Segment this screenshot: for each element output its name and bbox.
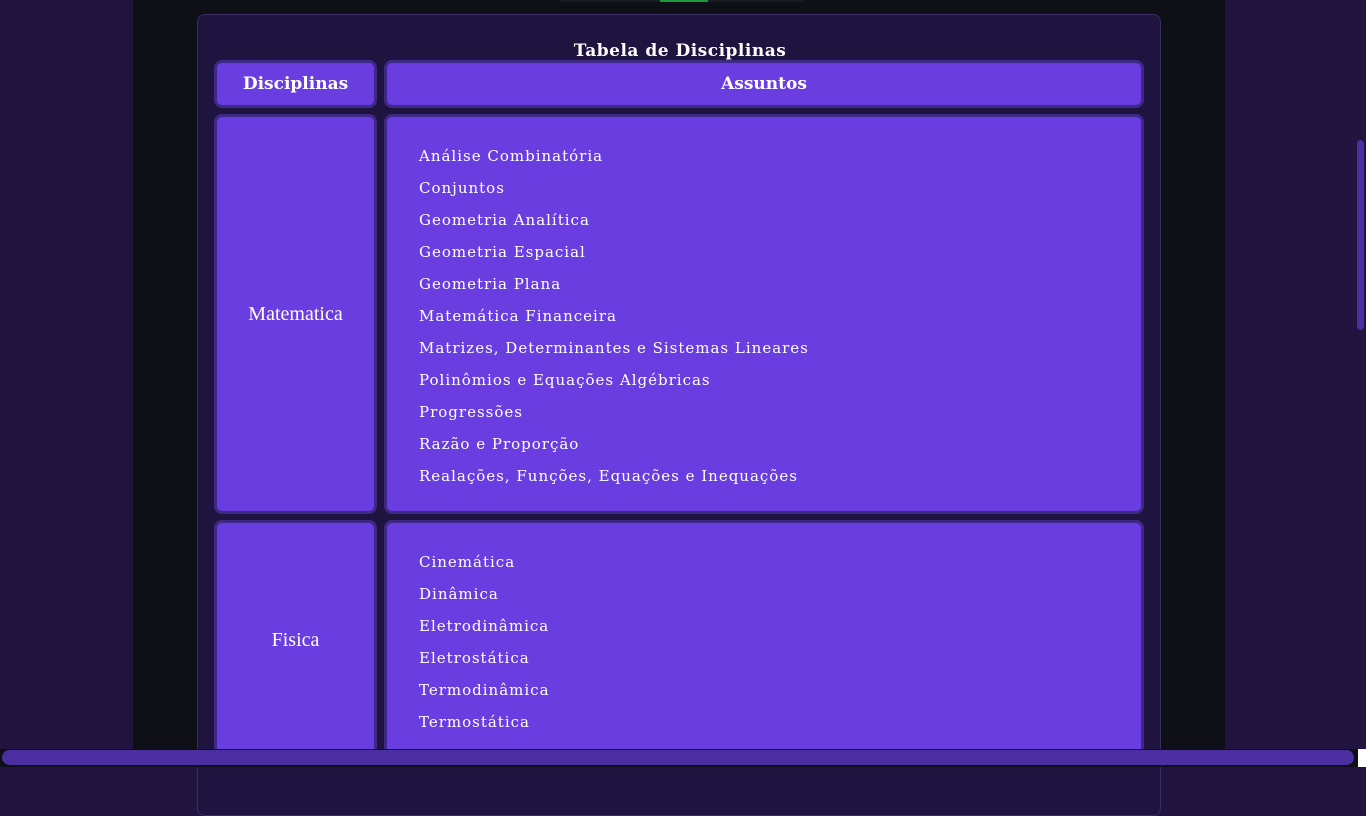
subject-name: Matematica: [248, 302, 343, 325]
vertical-scrollbar-thumb[interactable]: [1357, 140, 1364, 330]
list-item: Matrizes, Determinantes e Sistemas Linea…: [419, 339, 809, 357]
topics-cell-fisica: Cinemática Dinâmica Eletrodinâmica Eletr…: [384, 520, 1144, 760]
list-item: Realações, Funções, Equações e Inequaçõe…: [419, 467, 798, 485]
topic-list: Análise Combinatória Conjuntos Geometria…: [419, 140, 809, 492]
subjects-table-panel: Tabela de Disciplinas Disciplinas Assunt…: [197, 14, 1161, 816]
list-item: Progressões: [419, 403, 523, 421]
horizontal-scrollbar-thumb[interactable]: [2, 750, 1354, 765]
list-item: Matemática Financeira: [419, 307, 617, 325]
list-item: Conjuntos: [419, 179, 505, 197]
subject-cell-fisica: Fisica: [214, 520, 377, 760]
scrollbar-corner: [1358, 749, 1366, 767]
list-item: Geometria Espacial: [419, 243, 586, 261]
list-item: Análise Combinatória: [419, 147, 604, 165]
table-title: Tabela de Disciplinas: [573, 41, 787, 61]
header-cell-disciplinas: Disciplinas: [214, 60, 377, 108]
header-label-disciplinas: Disciplinas: [242, 74, 349, 94]
list-item: Eletrostática: [419, 649, 530, 667]
list-item: Termodinâmica: [419, 681, 550, 699]
topic-list: Cinemática Dinâmica Eletrodinâmica Eletr…: [419, 546, 550, 738]
top-nav-active-indicator: [660, 0, 708, 2]
list-item: Eletrodinâmica: [419, 617, 550, 635]
header-label-assuntos: Assuntos: [721, 74, 807, 94]
list-item: Geometria Plana: [419, 275, 562, 293]
subject-name: Fisica: [271, 628, 320, 651]
list-item: Termostática: [419, 713, 530, 731]
list-item: Polinômios e Equações Algébricas: [419, 371, 711, 389]
list-item: Razão e Proporção: [419, 435, 580, 453]
page: Tabela de Disciplinas Disciplinas Assunt…: [0, 0, 1366, 816]
topics-cell-matematica: Análise Combinatória Conjuntos Geometria…: [384, 114, 1144, 514]
header-cell-assuntos: Assuntos: [384, 60, 1144, 108]
list-item: Dinâmica: [419, 585, 499, 603]
list-item: Cinemática: [419, 553, 516, 571]
list-item: Geometria Analítica: [419, 211, 590, 229]
subject-cell-matematica: Matematica: [214, 114, 377, 514]
